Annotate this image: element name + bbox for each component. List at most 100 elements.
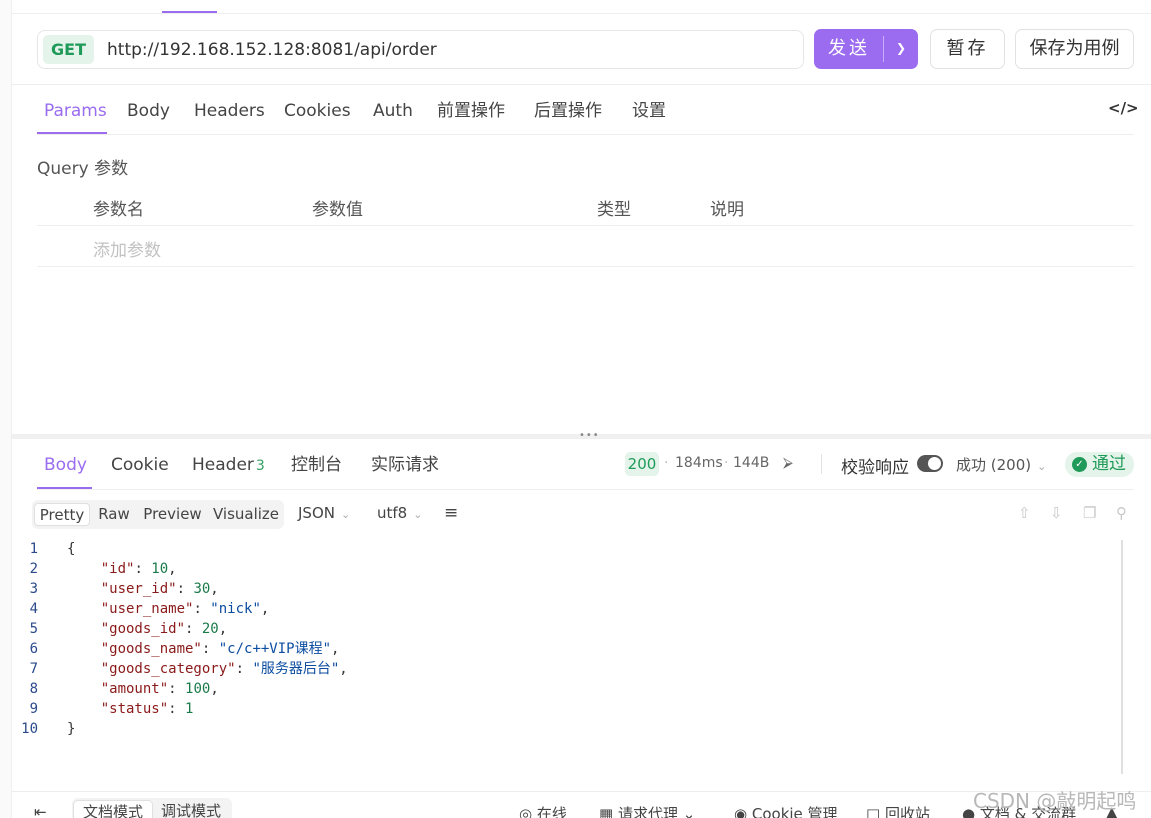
toolbar-divider [821,454,822,474]
json-key: "goods_category" [100,661,236,677]
doc-mode-button[interactable]: 文档模式 [73,800,154,818]
json-brace: } [67,721,76,737]
json-brace: { [67,541,76,557]
tabs-divider [37,134,1134,135]
code-line: 4 "user_name": "nick", [12,599,270,619]
request-proxy-menu[interactable]: ▦ 请求代理 ⌄ [599,803,695,818]
column-type: 类型 [597,200,631,220]
response-tab-body[interactable]: Body [44,453,87,477]
chevron-down-icon[interactable]: ❯ [884,29,918,69]
tab-pre-actions[interactable]: 前置操作 [437,99,505,123]
recycle-bin[interactable]: □ 回收站 [866,803,930,818]
tab-headers[interactable]: Headers [194,99,265,123]
debug-mode-button[interactable]: 调试模式 [152,800,230,818]
tab-post-actions[interactable]: 后置操作 [534,99,602,123]
active-top-tab-indicator [162,11,217,13]
meta-separator: · [664,455,669,471]
word-wrap-icon[interactable]: ≡ [444,503,458,523]
chevron-down-icon: ⌄ [340,508,351,521]
encoding-select-label: utf8 [377,504,408,522]
check-circle-icon: ✓ [1072,457,1087,472]
online-icon: ◎ [519,805,537,818]
json-value: 30 [193,581,211,597]
success-response-select[interactable]: 成功 (200) ⌄ [956,454,1046,475]
code-line: 6 "goods_name": "c/c++VIP课程", [12,639,340,659]
url-divider [12,84,1151,85]
table-row-divider [37,266,1134,267]
header-count-badge: 3 [255,458,265,474]
view-raw-button[interactable]: Raw [95,503,133,526]
left-panel-edge [0,0,12,818]
view-pretty-button[interactable]: Pretty [34,503,90,526]
trash-icon: □ [866,805,885,818]
view-preview-button[interactable]: Preview [141,503,204,526]
response-tab-header[interactable]: Header 3 [192,453,265,477]
code-line: 8 "amount": 100, [12,679,219,699]
download-icon[interactable]: ⇩ [1050,504,1063,522]
response-tab-header-label: Header [192,455,254,475]
collapse-sidebar-icon[interactable]: ⇤ [34,803,47,818]
line-number: 2 [29,561,38,577]
cookie-manager-label: Cookie 管理 [751,805,838,818]
json-value: "服务器后台" [252,661,340,677]
code-line: 7 "goods_category": "服务器后台", [12,659,348,679]
cookie-icon: ◉ [734,805,752,818]
json-key: "goods_id" [100,621,186,637]
url-input[interactable]: http://192.168.152.128:8081/api/order [107,39,437,61]
chevron-down-icon: ⌄ [677,805,696,818]
search-icon[interactable]: ⚲ [1116,504,1127,522]
verify-response-toggle[interactable] [917,455,943,472]
json-value: 20 [201,621,219,637]
add-param-input[interactable]: 添加参数 [93,236,161,261]
upload-icon[interactable]: ⇧ [1018,504,1031,522]
json-value: 10 [151,561,169,577]
code-line: 9 "status": 1 [12,699,194,719]
json-key: "amount" [100,681,169,697]
code-line: 2 "id": 10, [12,559,177,579]
share-icon[interactable]: ⮚ [783,455,793,471]
encoding-select[interactable]: utf8 ⌄ [377,504,422,522]
format-select-label: JSON [298,504,335,522]
save-as-case-button[interactable]: 保存为用例 [1015,29,1134,69]
copy-icon[interactable]: ❐ [1083,504,1096,522]
code-icon[interactable]: </> [1108,99,1139,117]
method-select[interactable]: GET [43,35,94,64]
response-tab-actual-request[interactable]: 实际请求 [371,453,439,477]
json-key: "user_name" [100,601,194,617]
response-body-editor[interactable]: 1{2 "id": 10, 3 "user_id": 30, 4 "user_nam… [12,536,1123,776]
send-button[interactable]: 发送 ❯ [814,29,918,69]
pass-label: 通过 [1092,454,1126,474]
tab-settings[interactable]: 设置 [632,99,666,123]
line-number: 6 [29,641,38,657]
tab-params[interactable]: Params [44,99,107,123]
response-tab-console[interactable]: 控制台 [291,453,342,477]
json-key: "goods_name" [100,641,202,657]
format-select[interactable]: JSON ⌄ [298,504,350,522]
line-number: 3 [29,581,38,597]
line-number: 8 [29,681,38,697]
save-button[interactable]: 暂存 [930,29,1005,69]
tab-body[interactable]: Body [127,99,170,123]
query-params-title: Query 参数 [37,159,129,179]
tab-cookies[interactable]: Cookies [284,99,351,123]
recycle-bin-label: 回收站 [884,805,930,818]
cookie-manager[interactable]: ◉ Cookie 管理 [734,803,838,818]
editor-scrollbar[interactable] [1121,540,1123,774]
success-select-label: 成功 (200) [956,456,1032,474]
online-status[interactable]: ◎ 在线 [519,803,567,818]
line-number: 1 [29,541,38,557]
table-header-divider [37,225,1134,226]
column-param-name: 参数名 [93,200,144,220]
response-tab-cookie[interactable]: Cookie [111,453,169,477]
response-size: 144B [733,455,770,471]
toggle-knob [928,457,941,470]
line-number: 5 [29,621,38,637]
tab-auth[interactable]: Auth [373,99,413,123]
json-key: "status" [100,701,169,717]
json-key: "id" [100,561,135,577]
column-param-value: 参数值 [312,200,363,220]
drag-handle-icon[interactable]: ••• [579,430,600,441]
status-code-badge: 200 [625,452,659,476]
view-visualize-button[interactable]: Visualize [212,503,280,526]
send-button-label[interactable]: 发送 [814,29,884,69]
